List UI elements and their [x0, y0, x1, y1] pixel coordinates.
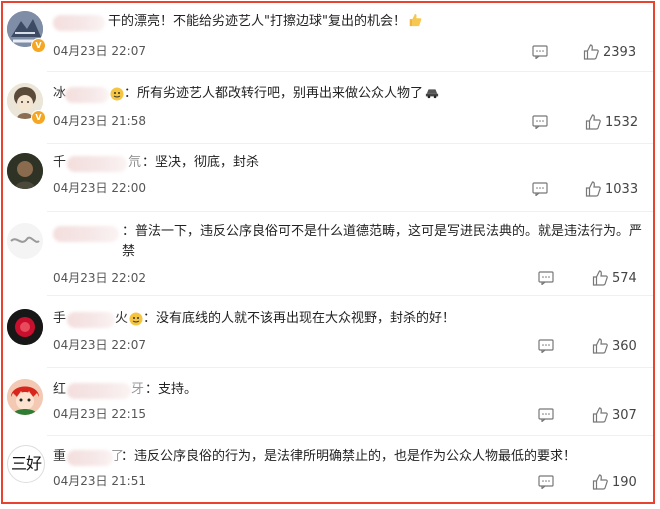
comment-text: ：没有底线的人就不该再出现在大众视野，封杀的好！ — [143, 311, 456, 326]
like-count: 360 — [612, 339, 637, 354]
comment-item: 千 氘 ：坚决，彻底，封杀 04月23日 22:00 1033 — [3, 145, 653, 217]
comment-timestamp: 04月23日 22:07 — [53, 338, 146, 352]
verified-badge-icon: V — [31, 110, 46, 125]
fan-badge-icon — [110, 87, 124, 101]
username-blurred[interactable] — [67, 312, 115, 328]
like-count: 1033 — [605, 182, 639, 197]
like-icon[interactable] — [585, 114, 601, 130]
avatar[interactable]: 三好 — [7, 445, 45, 483]
comment-text: ：普法一下，违反公序良俗可不是什么道德范畴，这可是写进民法典的。就是违法行为。严… — [122, 224, 643, 259]
username-blurred[interactable] — [65, 87, 109, 103]
username-fragment: 火 — [115, 311, 129, 326]
comment-timestamp: 04月23日 22:00 — [53, 181, 146, 195]
comment-text: ：所有劣迹艺人都改转行吧，别再出来做公众人物了 — [124, 84, 439, 104]
comment-timestamp: 04月23日 21:51 — [53, 474, 146, 488]
comment-timestamp: 04月23日 22:15 — [53, 407, 146, 421]
like-icon[interactable] — [592, 407, 608, 423]
like-count: 307 — [612, 408, 637, 423]
comment-item: ：普法一下，违反公序良俗可不是什么道德范畴，这可是写进民法典的。就是违法行为。严… — [3, 215, 653, 295]
username-fragment: 红 — [53, 382, 67, 397]
username-blurred[interactable] — [53, 226, 119, 242]
username-fragment: 氘 — [128, 155, 142, 170]
username-blurred[interactable] — [67, 383, 131, 399]
like-icon[interactable] — [583, 44, 599, 60]
like-icon[interactable] — [592, 474, 608, 490]
comment-text: ：坚决，彻底，封杀 — [142, 155, 260, 170]
comment-icon[interactable] — [532, 45, 548, 59]
divider — [47, 71, 653, 72]
like-count: 1532 — [605, 115, 639, 130]
car-icon — [425, 89, 439, 99]
comment-item: 手 火 ：没有底线的人就不该再出现在大众视野，封杀的好！ 04月23日 22:0… — [3, 301, 653, 373]
divider — [47, 143, 653, 144]
username-fragment: 重 — [53, 449, 67, 464]
comment-icon[interactable] — [532, 182, 548, 196]
comment-item: 红 牙 ：支持。 04月23日 22:15 307 — [3, 371, 653, 443]
username-fragment: 手 — [53, 311, 67, 326]
username-blurred[interactable] — [67, 156, 127, 172]
like-count: 574 — [612, 271, 637, 286]
comment-item: 三好 重 了 ：违反公序良俗的行为，是法律所明确禁止的，也是作为公众人物最低的要… — [3, 439, 653, 502]
like-icon[interactable] — [585, 181, 601, 197]
like-count: 2393 — [603, 45, 637, 60]
comment-icon[interactable] — [538, 475, 554, 489]
fan-badge-icon — [129, 312, 143, 326]
comment-icon[interactable] — [538, 339, 554, 353]
avatar-text: 三好 — [10, 454, 42, 473]
username-blurred[interactable] — [53, 15, 105, 31]
comment-text: ：违反公序良俗的行为，是法律所明确禁止的，也是作为公众人物最低的要求！ — [121, 449, 577, 464]
like-icon[interactable] — [592, 270, 608, 286]
avatar[interactable] — [7, 223, 43, 259]
username-fragment: 千 — [53, 155, 67, 170]
username-blurred[interactable] — [67, 450, 113, 466]
comment-text: ：支持。 — [145, 382, 198, 397]
comment-icon[interactable] — [538, 408, 554, 422]
comment-text: 干的漂亮！不能给劣迹艺人"打擦边球"复出的机会！ — [108, 12, 422, 32]
avatar[interactable] — [7, 153, 43, 189]
comment-icon[interactable] — [538, 271, 554, 285]
verified-badge-icon: V — [31, 38, 46, 53]
avatar[interactable] — [7, 379, 43, 415]
divider — [47, 295, 653, 296]
comment-item: V 冰 ：所有劣迹艺人都改转行吧，别再出来做公众人物了 04月23日 21:58… — [3, 75, 653, 147]
comment-panel: V 干的漂亮！不能给劣迹艺人"打擦边球"复出的机会！ 04月23日 22:07 … — [1, 1, 655, 504]
thumbs-up-icon — [409, 13, 422, 27]
divider — [47, 435, 653, 436]
like-icon[interactable] — [592, 338, 608, 354]
avatar[interactable] — [7, 309, 43, 345]
comment-timestamp: 04月23日 22:02 — [53, 271, 146, 285]
divider — [47, 211, 653, 212]
divider — [47, 367, 653, 368]
username-fragment: 牙 — [131, 382, 145, 397]
comment-item: V 干的漂亮！不能给劣迹艺人"打擦边球"复出的机会！ 04月23日 22:07 … — [3, 3, 653, 75]
comment-timestamp: 04月23日 21:58 — [53, 114, 146, 128]
comment-icon[interactable] — [532, 115, 548, 129]
comment-timestamp: 04月23日 22:07 — [53, 44, 146, 58]
like-count: 190 — [612, 475, 637, 490]
